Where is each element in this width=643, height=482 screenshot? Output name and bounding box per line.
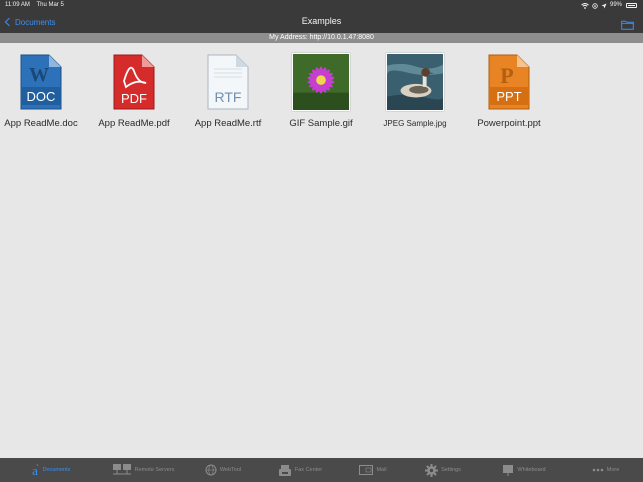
svg-text:PDF: PDF [121, 91, 147, 106]
tab-whiteboard[interactable]: Whiteboard [480, 458, 568, 482]
file-item-pdf[interactable]: PDF App ReadMe.pdf [87, 53, 181, 133]
tab-settings[interactable]: Settings [406, 458, 480, 482]
file-name: App ReadMe.rtf [194, 118, 262, 129]
doc-file-icon: W DOC [20, 54, 62, 110]
tab-label: Whiteboard [517, 467, 546, 473]
tab-label: WebTool [219, 467, 242, 473]
flower-photo-thumbnail [292, 53, 350, 111]
file-name: App ReadMe.pdf [98, 118, 170, 129]
file-name: JPEG Sample.jpg [383, 119, 447, 128]
remote-servers-icon [112, 464, 131, 475]
globe-icon [205, 464, 217, 476]
status-bar: 11:09 AM Thu Mar 5 99% [0, 0, 643, 11]
tab-label: Mail [376, 467, 387, 473]
wifi-icon [581, 2, 589, 9]
svg-text:DOC: DOC [27, 89, 56, 104]
file-item-rtf[interactable]: RTF App ReadMe.rtf [181, 53, 275, 133]
tab-label: Fax Center [294, 467, 323, 473]
tab-bar: a Documents Remote Servers WebTool Fax C… [0, 458, 643, 482]
tab-more[interactable]: More [568, 458, 643, 482]
folder-icon [621, 20, 634, 30]
documents-icon: a [32, 463, 38, 477]
tab-label: More [606, 467, 620, 473]
svg-text:W: W [29, 64, 49, 86]
file-name: App ReadMe.doc [4, 118, 78, 129]
whiteboard-icon [503, 465, 514, 476]
location-icon [601, 3, 607, 8]
svg-text:RTF: RTF [215, 89, 242, 105]
duck-photo-thumbnail [386, 53, 444, 111]
tab-documents[interactable]: a Documents [0, 458, 100, 482]
page-title: Examples [301, 16, 342, 26]
status-time: 11:09 AM [5, 2, 30, 8]
rtf-file-icon: RTF [207, 54, 249, 110]
tab-label: Remote Servers [134, 467, 175, 473]
svg-text:PPT: PPT [496, 89, 521, 104]
address-bar: My Address: http://10.0.1.47:8080 [0, 33, 643, 43]
more-icon [592, 468, 604, 472]
mail-icon [359, 465, 374, 475]
top-bar: 11:09 AM Thu Mar 5 99% Documents Example… [0, 0, 643, 33]
navigation-bar: Documents Examples [0, 11, 643, 33]
tab-webtool[interactable]: WebTool [186, 458, 260, 482]
battery-icon [626, 3, 637, 8]
tab-mail[interactable]: Mail [340, 458, 406, 482]
pdf-file-icon: PDF [113, 54, 155, 110]
status-date: Thu Mar 5 [36, 2, 64, 8]
battery-percent: 99% [609, 2, 622, 8]
folder-button[interactable] [621, 17, 634, 30]
file-name: Powerpoint.ppt [477, 118, 541, 129]
file-item-jpeg[interactable]: JPEG Sample.jpg [368, 53, 462, 133]
file-item-gif[interactable]: GIF Sample.gif [274, 53, 368, 133]
ppt-file-icon: P PPT [488, 54, 530, 110]
tab-label: Documents [42, 467, 71, 473]
file-name: GIF Sample.gif [289, 118, 353, 129]
tab-fax-center[interactable]: Fax Center [260, 458, 340, 482]
file-item-ppt[interactable]: P PPT Powerpoint.ppt [462, 53, 556, 133]
fax-icon [278, 464, 291, 476]
gear-icon [425, 463, 439, 477]
tab-label: Settings [441, 467, 461, 473]
svg-text:P: P [500, 63, 513, 88]
file-grid: W DOC App ReadMe.doc PDF App ReadMe.pdf … [0, 43, 643, 458]
file-item-doc[interactable]: W DOC App ReadMe.doc [0, 53, 88, 133]
lock-rotation-icon [592, 2, 598, 9]
tab-remote-servers[interactable]: Remote Servers [100, 458, 186, 482]
